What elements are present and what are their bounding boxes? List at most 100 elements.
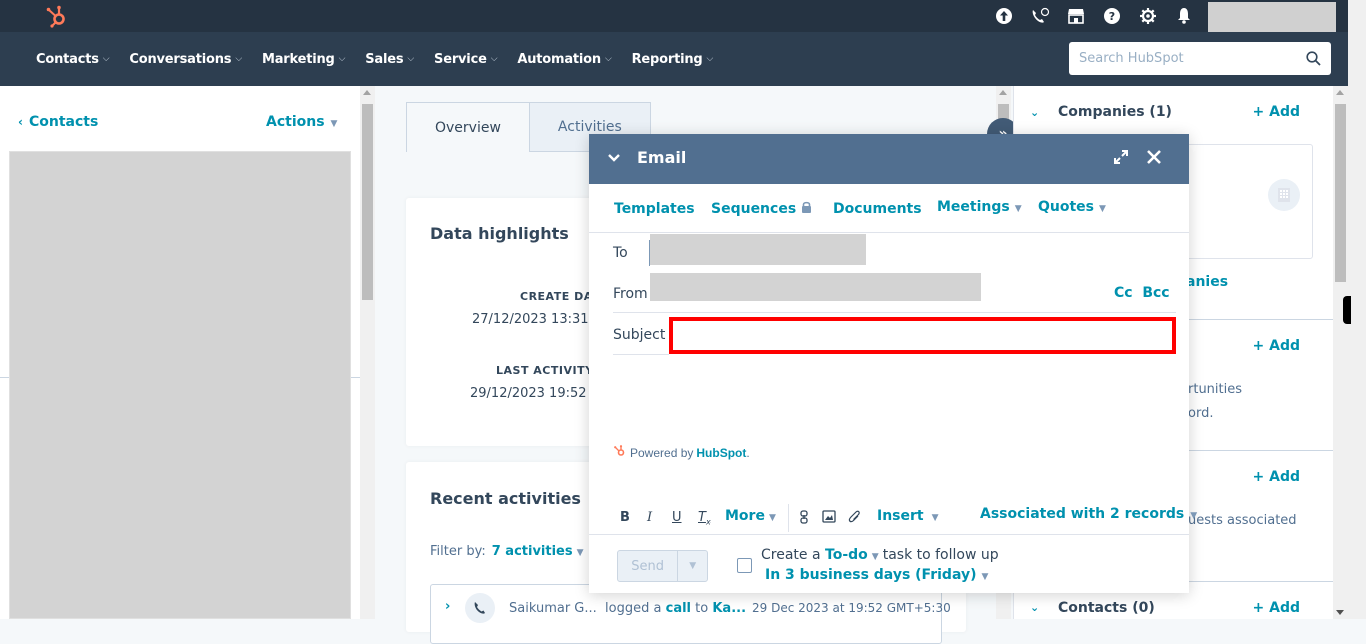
image-icon[interactable]: [822, 510, 836, 527]
right-panel-scrollbar[interactable]: [1333, 86, 1348, 619]
tool-label: Documents: [833, 201, 922, 217]
email-footer: Send ▼ Create a To-do ▼ task to follow up …: [589, 534, 1189, 593]
search-input[interactable]: [1079, 42, 1299, 75]
chevron-down-icon: ⌵: [604, 54, 612, 64]
task-type-dropdown[interactable]: To-do: [825, 547, 868, 563]
nav-contacts[interactable]: Contacts ⌵: [36, 52, 110, 67]
company-building-icon: [1268, 179, 1300, 211]
underline-button[interactable]: U: [672, 510, 682, 525]
actions-dropdown[interactable]: Actions ▼: [266, 114, 337, 130]
powered-by-signature: Powered by HubSpot.: [613, 444, 750, 461]
contacts-section-title[interactable]: Contacts (0): [1058, 600, 1155, 616]
email-title: Email: [637, 148, 687, 167]
add-ticket-button[interactable]: + Add: [1253, 469, 1300, 485]
hubspot-logo-icon[interactable]: [44, 3, 70, 29]
chevron-down-icon[interactable]: ⌄: [1030, 601, 1039, 614]
scroll-up-icon[interactable]: [999, 90, 1007, 95]
bcc-link[interactable]: Bcc: [1142, 285, 1169, 301]
add-deal-button[interactable]: + Add: [1253, 338, 1300, 354]
caret-down-icon: ▼: [1014, 204, 1022, 214]
associated-records-dropdown[interactable]: Associated with 2 records ▼: [980, 506, 1197, 522]
to-recipient-redacted[interactable]: [650, 234, 866, 265]
tab-overview[interactable]: Overview: [406, 102, 530, 152]
nav-service[interactable]: Service ⌵: [434, 52, 497, 67]
create-task-checkbox[interactable]: [737, 558, 752, 573]
back-to-contacts-link[interactable]: ‹ Contacts: [18, 114, 98, 130]
add-company-button[interactable]: + Add: [1253, 104, 1300, 120]
send-label: Send: [631, 558, 665, 574]
from-address-redacted[interactable]: [650, 273, 981, 301]
companies-section-title[interactable]: Companies (1): [1058, 104, 1172, 120]
notifications-bell-icon[interactable]: [1174, 6, 1194, 26]
help-icon[interactable]: ?: [1102, 6, 1122, 26]
side-tab-handle[interactable]: [1343, 296, 1351, 324]
highlight-label: LAST ACTIVITY: [496, 364, 594, 377]
search-icon[interactable]: [1306, 51, 1321, 70]
nav-automation[interactable]: Automation ⌵: [517, 52, 611, 67]
email-header: Email: [589, 134, 1189, 184]
hubspot-link[interactable]: HubSpot: [696, 446, 746, 460]
link-icon[interactable]: [799, 510, 809, 528]
insert-dropdown[interactable]: Insert ▼: [877, 508, 939, 524]
tool-label: Meetings: [937, 199, 1010, 215]
send-button[interactable]: Send: [618, 551, 679, 581]
bold-button[interactable]: B: [620, 510, 630, 525]
expand-icon[interactable]: [1113, 149, 1129, 169]
activity-filter: Filter by: 7 activities ▼: [430, 544, 584, 559]
deals-empty-text: ord.: [1188, 406, 1214, 421]
scroll-up-icon[interactable]: [363, 90, 371, 95]
nav-reporting[interactable]: Reporting ⌵: [632, 52, 714, 67]
marketplace-icon[interactable]: [1066, 6, 1086, 26]
task-due-dropdown[interactable]: In 3 business days (Friday) ▼: [765, 567, 988, 583]
send-options-caret-icon[interactable]: ▼: [678, 551, 707, 581]
documents-button[interactable]: Documents: [833, 201, 922, 217]
activity-type-link[interactable]: call: [666, 601, 691, 616]
settings-gear-icon[interactable]: [1138, 6, 1158, 26]
expand-chevron-icon[interactable]: ›: [445, 599, 450, 614]
more-label: More: [725, 508, 765, 524]
cc-link[interactable]: Cc: [1114, 285, 1133, 301]
collapse-chevron-icon[interactable]: [607, 150, 621, 169]
calling-icon[interactable]: [1030, 6, 1050, 26]
meetings-dropdown[interactable]: Meetings ▼: [937, 199, 1022, 215]
chevron-down-icon[interactable]: ⌄: [1030, 106, 1039, 119]
close-icon[interactable]: [1145, 148, 1163, 170]
templates-button[interactable]: Templates: [614, 201, 695, 217]
quotes-dropdown[interactable]: Quotes ▼: [1038, 199, 1106, 215]
divider: [613, 312, 1176, 313]
scrollbar-thumb[interactable]: [1335, 104, 1346, 282]
task-suffix: task to follow up: [882, 547, 999, 563]
card-title: Recent activities: [430, 489, 581, 508]
more-format-dropdown[interactable]: More ▼: [725, 508, 776, 524]
card-title: Data highlights: [430, 224, 569, 243]
nav-marketing[interactable]: Marketing ⌵: [262, 52, 345, 67]
activity-filter-dropdown[interactable]: 7 activities: [492, 544, 573, 559]
account-menu-redacted[interactable]: [1208, 2, 1336, 34]
scroll-up-icon[interactable]: [1336, 90, 1344, 95]
tab-label: Overview: [435, 119, 501, 136]
scroll-down-icon[interactable]: [1336, 610, 1344, 615]
upgrade-arrow-icon[interactable]: [994, 6, 1014, 26]
italic-button[interactable]: I: [647, 510, 652, 525]
scrollbar-thumb[interactable]: [362, 104, 373, 300]
subject-input[interactable]: [669, 317, 1176, 354]
highlight-value: 27/12/2023 13:31 G: [472, 312, 603, 327]
activity-target-link[interactable]: Ka...: [712, 601, 746, 616]
attachment-icon[interactable]: [848, 510, 861, 528]
sequences-button[interactable]: Sequences: [711, 201, 812, 217]
chevron-down-icon: ⌵: [338, 54, 346, 64]
tool-label: Sequences: [711, 201, 797, 217]
activity-actor: Saikumar G...: [509, 601, 597, 616]
view-companies-link[interactable]: anies: [1186, 274, 1228, 290]
powered-suffix: .: [746, 445, 750, 460]
add-contact-button[interactable]: + Add: [1253, 600, 1300, 616]
caret-down-icon: ▼: [330, 119, 338, 129]
caret-down-icon: ▼: [871, 552, 879, 562]
left-panel-scrollbar[interactable]: [360, 86, 375, 619]
nav-sales[interactable]: Sales ⌵: [365, 52, 414, 67]
chevron-down-icon: ⌵: [235, 54, 242, 64]
nav-label: Conversations: [129, 51, 232, 67]
clear-format-button[interactable]: Tx: [698, 510, 711, 527]
nav-conversations[interactable]: Conversations ⌵: [129, 52, 242, 67]
activity-item[interactable]: › Saikumar G... logged a call to Ka... 29…: [430, 584, 951, 644]
